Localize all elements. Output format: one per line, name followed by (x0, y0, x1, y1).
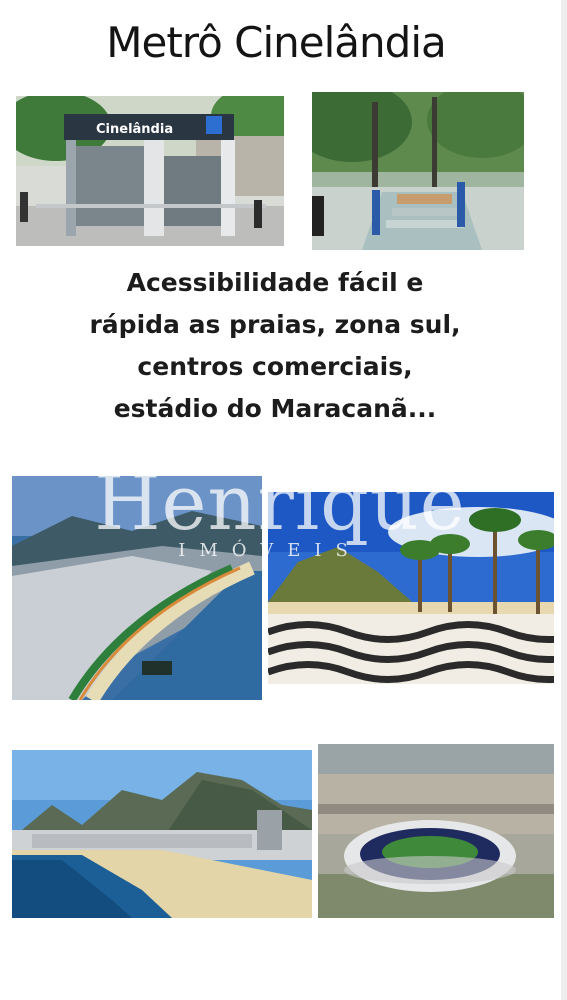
maracana-stadium-photo (318, 744, 554, 918)
tagline: Acessibilidade fácil e rápida as praias,… (40, 262, 510, 430)
tagline-line: centros comerciais, (137, 352, 413, 381)
page-title: Metrô Cinelândia (106, 18, 446, 67)
metro-stairs-photo (312, 92, 524, 250)
tagline-line: estádio do Maracanã... (113, 394, 437, 423)
copacabana-aerial-photo (12, 476, 262, 700)
tagline-line: rápida as praias, zona sul, (89, 310, 461, 339)
metro-entrance-photo: Cinelândia (16, 96, 284, 246)
copacabana-promenade-photo (268, 492, 554, 684)
right-edge-strip (561, 0, 567, 1000)
beach-mountains-photo (12, 750, 312, 918)
tagline-line: Acessibilidade fácil e (126, 268, 424, 297)
station-sign-text: Cinelândia (96, 122, 173, 137)
